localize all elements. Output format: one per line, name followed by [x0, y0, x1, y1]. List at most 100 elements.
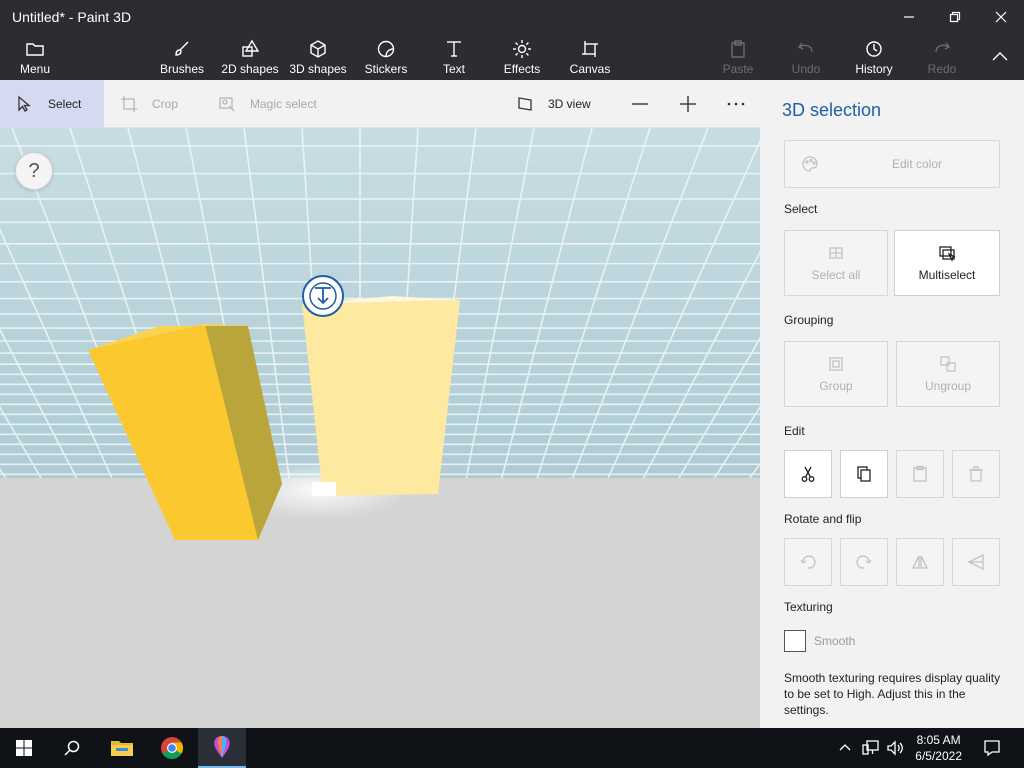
chevron-up-icon[interactable] [838, 740, 852, 754]
canvas-button[interactable]: Canvas [568, 34, 612, 80]
start-button[interactable] [0, 728, 48, 768]
flip-vertical-button[interactable] [952, 538, 1000, 586]
canvas-area[interactable]: ? [0, 128, 760, 728]
paste-panel-button[interactable] [896, 450, 944, 498]
smooth-label: Smooth [814, 634, 856, 648]
2d-shapes-button[interactable]: 2D shapes [220, 34, 280, 80]
smooth-checkbox[interactable] [784, 630, 806, 652]
redo-button[interactable]: Redo [924, 34, 960, 80]
multiselect-icon [939, 246, 956, 262]
flip-horizontal-button[interactable] [896, 538, 944, 586]
minimize-button[interactable] [886, 0, 932, 34]
history-label: History [855, 62, 893, 76]
scene-3d[interactable] [0, 128, 760, 728]
push-to-scene-button[interactable] [302, 275, 344, 317]
undo-icon [797, 42, 813, 53]
scissors-icon [801, 466, 815, 482]
3d-shapes-button[interactable]: 3D shapes [288, 34, 348, 80]
effects-label: Effects [503, 62, 541, 76]
plus-icon [680, 96, 696, 112]
cut-button[interactable] [784, 450, 832, 498]
brushes-button[interactable]: Brushes [156, 34, 208, 80]
effects-button[interactable]: Effects [500, 34, 544, 80]
magic-select-tool[interactable]: Magic select [218, 80, 317, 128]
select-all-label: Select all [811, 268, 861, 282]
ellipsis-icon [727, 102, 745, 106]
paste-label: Paste [722, 62, 754, 76]
sun-icon [513, 40, 531, 58]
collapse-ribbon-button[interactable] [986, 34, 1014, 80]
history-icon [866, 41, 882, 57]
text-label: Text [442, 62, 465, 76]
2d-shapes-icon [242, 39, 260, 57]
cube-icon [310, 40, 326, 58]
trash-icon [969, 466, 983, 482]
undo-button[interactable]: Undo [788, 34, 824, 80]
flip-vertical-icon [967, 553, 984, 571]
grouping-section-label: Grouping [784, 313, 834, 327]
stickers-label: Stickers [364, 62, 408, 76]
delete-button[interactable] [952, 450, 1000, 498]
taskbar-clock[interactable]: 8:05 AM 6/5/2022 [915, 732, 962, 764]
help-button[interactable]: ? [15, 152, 53, 190]
more-options-button[interactable] [726, 94, 746, 114]
restore-icon [949, 11, 961, 23]
chrome-button[interactable] [148, 728, 196, 768]
select-all-icon [829, 247, 843, 259]
ungroup-button[interactable]: Ungroup [896, 341, 1000, 407]
taskbar: 8:05 AM 6/5/2022 [0, 728, 1024, 768]
edit-color-label: Edit color [891, 157, 943, 171]
ungroup-icon [940, 356, 956, 372]
smooth-texturing-note: Smooth texturing requires display qualit… [784, 671, 1001, 717]
file-explorer-button[interactable] [98, 728, 146, 768]
3d-view-toggle[interactable]: 3D view [516, 80, 591, 128]
selection-handle[interactable] [312, 482, 336, 496]
panel-title: 3D selection [782, 100, 882, 120]
select-tool[interactable]: Select [0, 80, 104, 128]
stickers-button[interactable]: Stickers [362, 34, 410, 80]
copy-button[interactable] [840, 450, 888, 498]
windows-logo-icon [16, 740, 32, 756]
close-button[interactable] [978, 0, 1024, 34]
palette-icon [802, 156, 818, 172]
clock-time: 8:05 AM [916, 733, 961, 747]
title-bar: Untitled* - Paint 3D [0, 0, 1024, 34]
minimize-icon [904, 16, 914, 18]
floor [0, 478, 760, 728]
rotate-left-button[interactable] [784, 538, 832, 586]
notifications-button[interactable] [968, 728, 1016, 768]
restore-button[interactable] [932, 0, 978, 34]
zoom-out-button[interactable] [630, 94, 650, 114]
rotate-right-button[interactable] [840, 538, 888, 586]
group-button[interactable]: Group [784, 341, 888, 407]
text-button[interactable]: Text [438, 34, 470, 80]
texturing-section-label: Texturing [784, 600, 833, 614]
multiselect-button[interactable]: Multiselect [894, 230, 1000, 296]
history-button[interactable]: History [852, 34, 896, 80]
text-icon [447, 41, 461, 57]
search-button[interactable] [48, 728, 96, 768]
canvas-icon [582, 41, 598, 57]
2d-shapes-label: 2D shapes [221, 62, 279, 76]
rotate-left-icon [800, 555, 816, 569]
menu-button[interactable]: Menu [12, 34, 58, 80]
close-icon [995, 11, 1007, 23]
3d-shapes-label: 3D shapes [289, 62, 347, 76]
folder-icon [26, 43, 44, 56]
help-label: ? [28, 159, 40, 182]
ungroup-label: Ungroup [924, 379, 972, 393]
network-icon[interactable] [862, 740, 880, 756]
selected-block[interactable] [302, 300, 460, 496]
select-all-button[interactable]: Select all [784, 230, 888, 296]
magic-select-icon [219, 97, 235, 112]
rotate-right-icon [856, 555, 872, 569]
zoom-in-button[interactable] [678, 94, 698, 114]
crop-tool[interactable]: Crop [120, 80, 178, 128]
file-explorer-icon [111, 741, 133, 756]
volume-icon[interactable] [886, 740, 904, 756]
paste-button[interactable]: Paste [720, 34, 756, 80]
edit-color-button[interactable]: Edit color [784, 140, 1000, 188]
menu-label: Menu [19, 62, 51, 76]
3d-view-label: 3D view [548, 97, 591, 111]
paint-3d-taskbar-button[interactable] [198, 728, 246, 768]
